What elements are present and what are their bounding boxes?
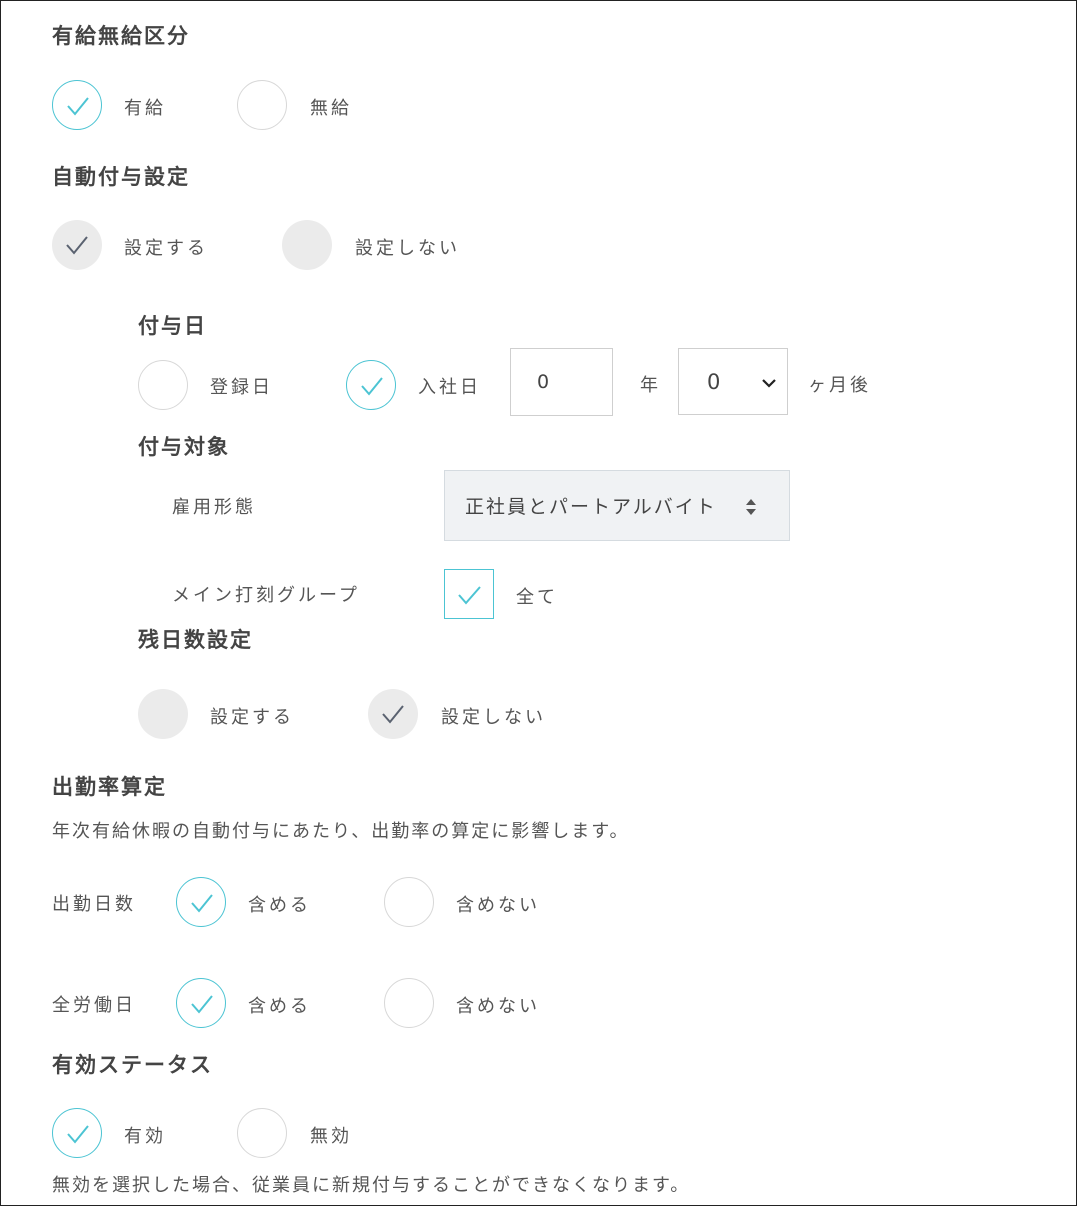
radio-work-days-exclude[interactable] <box>384 877 434 927</box>
radio-work-days-include-label: 含める <box>248 895 311 916</box>
radio-auto-grant-on-label: 設定する <box>124 238 208 259</box>
attendance-rate-heading: 出勤率算定 <box>52 775 167 799</box>
group-all-label: 全て <box>516 587 558 608</box>
check-icon <box>191 995 213 1014</box>
months-select-value: 0 <box>707 369 721 394</box>
sort-updown-icon <box>746 499 756 515</box>
check-icon <box>458 586 481 605</box>
radio-status-inactive[interactable] <box>237 1108 287 1158</box>
radio-unpaid[interactable] <box>237 80 287 130</box>
radio-auto-grant-off[interactable] <box>282 220 332 270</box>
employment-type-label: 雇用形態 <box>172 497 256 518</box>
check-icon <box>67 1125 89 1144</box>
status-note: 無効を選択した場合、従業員に新規付与することができなくなります。 <box>52 1175 691 1196</box>
months-select[interactable]: 0 <box>678 348 788 415</box>
chevron-down-icon <box>762 379 776 388</box>
main-clock-group-label: メイン打刻グループ <box>172 585 360 606</box>
check-icon <box>66 236 88 255</box>
radio-paid[interactable] <box>52 80 102 130</box>
employment-type-value: 正社員とパートアルバイト <box>465 496 717 518</box>
radio-work-days-include[interactable] <box>176 877 226 927</box>
radio-status-active-label: 有効 <box>124 1126 166 1147</box>
auto-grant-heading: 自動付与設定 <box>52 165 190 189</box>
radio-registration-date-label: 登録日 <box>210 377 273 398</box>
years-unit-label: 年 <box>640 375 661 396</box>
radio-hire-date[interactable] <box>346 360 396 410</box>
check-icon <box>361 377 383 396</box>
grant-date-heading: 付与日 <box>138 314 207 338</box>
radio-status-active[interactable] <box>52 1108 102 1158</box>
check-icon <box>191 894 213 913</box>
radio-work-days-exclude-label: 含めない <box>456 895 540 916</box>
radio-total-days-exclude[interactable] <box>384 978 434 1028</box>
work-days-label: 出勤日数 <box>52 894 136 915</box>
radio-auto-grant-off-label: 設定しない <box>355 238 460 259</box>
radio-remaining-on[interactable] <box>138 689 188 739</box>
remaining-days-heading: 残日数設定 <box>138 628 253 652</box>
radio-remaining-off-label: 設定しない <box>441 707 546 728</box>
check-icon <box>67 97 89 116</box>
attendance-rate-description: 年次有給休暇の自動付与にあたり、出勤率の算定に影響します。 <box>52 821 630 842</box>
total-work-days-label: 全労働日 <box>52 995 136 1016</box>
radio-hire-date-label: 入社日 <box>418 377 481 398</box>
group-all-checkbox[interactable] <box>444 569 494 619</box>
radio-status-inactive-label: 無効 <box>310 1126 352 1147</box>
radio-registration-date[interactable] <box>138 360 188 410</box>
years-input[interactable]: 0 <box>510 348 613 416</box>
radio-total-days-include-label: 含める <box>248 996 311 1017</box>
grant-target-heading: 付与対象 <box>138 435 230 459</box>
radio-unpaid-label: 無給 <box>310 98 352 119</box>
months-unit-label: ヶ月後 <box>808 375 871 396</box>
paid-type-heading: 有給無給区分 <box>52 24 190 48</box>
check-icon <box>382 705 404 724</box>
status-heading: 有効ステータス <box>52 1053 213 1077</box>
radio-auto-grant-on[interactable] <box>52 220 102 270</box>
radio-remaining-on-label: 設定する <box>210 707 294 728</box>
radio-remaining-off[interactable] <box>368 689 418 739</box>
radio-paid-label: 有給 <box>124 98 166 119</box>
radio-total-days-include[interactable] <box>176 978 226 1028</box>
years-input-value: 0 <box>537 371 550 393</box>
radio-total-days-exclude-label: 含めない <box>456 996 540 1017</box>
employment-type-select[interactable]: 正社員とパートアルバイト <box>444 470 790 541</box>
